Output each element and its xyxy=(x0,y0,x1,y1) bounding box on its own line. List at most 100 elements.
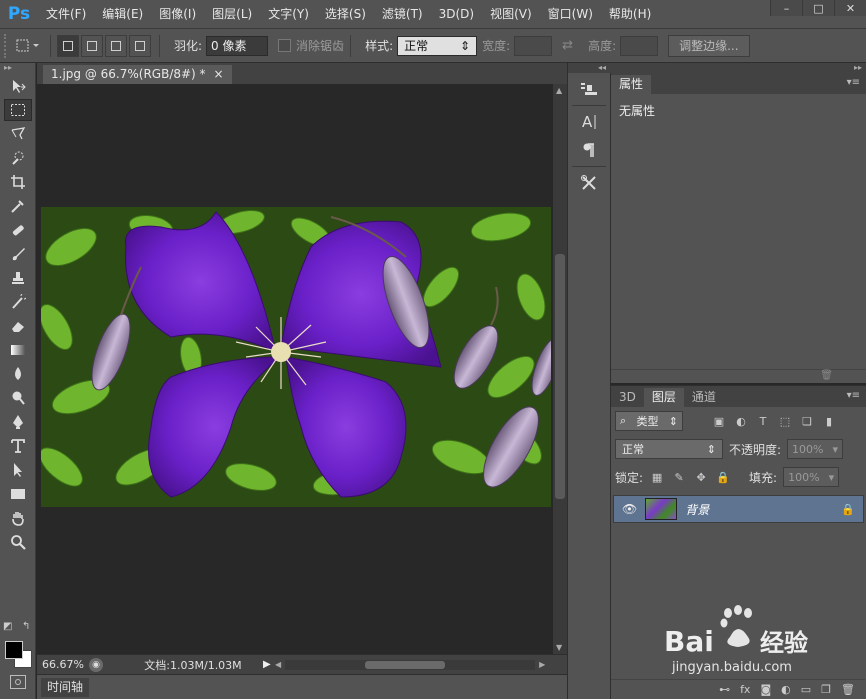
vertical-scroll-thumb[interactable] xyxy=(555,254,565,499)
marquee-preset-icon[interactable] xyxy=(12,35,44,57)
scroll-up-icon[interactable]: ▲ xyxy=(556,86,562,95)
tab-3d[interactable]: 3D xyxy=(611,388,644,407)
rectangle-tool-icon[interactable] xyxy=(4,483,32,505)
paragraph-panel-icon[interactable] xyxy=(573,138,605,162)
new-layer-icon[interactable]: ❐ xyxy=(821,683,831,696)
layer-lock-icon[interactable]: 🔒 xyxy=(841,503,855,516)
opacity-input[interactable]: 100% ▾ xyxy=(787,439,844,459)
export-status-icon[interactable]: ◉ xyxy=(89,657,103,672)
character-panel-icon[interactable]: A xyxy=(573,110,605,134)
link-layers-icon[interactable]: ⊷ xyxy=(719,683,730,696)
scroll-right-icon[interactable]: ▶ xyxy=(539,660,545,669)
menu-help[interactable]: 帮助(H) xyxy=(601,0,659,29)
layer-row-background[interactable]: 👁 背景 🔒 xyxy=(613,495,864,523)
menu-view[interactable]: 视图(V) xyxy=(482,0,540,29)
menu-select[interactable]: 选择(S) xyxy=(317,0,374,29)
intersect-selection-button[interactable] xyxy=(129,34,151,57)
layer-filter-select[interactable]: ⌕ 类型 ⇕ xyxy=(615,411,683,431)
lock-all-icon[interactable]: 🔒 xyxy=(715,469,731,485)
crop-tool-icon[interactable] xyxy=(4,171,32,193)
dodge-tool-icon[interactable] xyxy=(4,387,32,409)
tab-channels[interactable]: 通道 xyxy=(684,388,724,407)
menu-layer[interactable]: 图层(L) xyxy=(204,0,260,29)
default-colors-icon[interactable]: ◩ xyxy=(3,621,12,632)
layer-fx-icon[interactable]: fx xyxy=(740,683,750,696)
scroll-left-icon[interactable]: ◀ xyxy=(275,660,281,669)
new-selection-button[interactable] xyxy=(57,34,79,57)
new-group-icon[interactable]: ▭ xyxy=(801,683,811,696)
restore-button[interactable]: □ xyxy=(802,0,834,16)
menu-filter[interactable]: 滤镜(T) xyxy=(374,0,431,29)
menu-3d[interactable]: 3D(D) xyxy=(431,0,482,29)
panel-menu-icon[interactable]: ▾≡ xyxy=(847,77,860,88)
horizontal-scroll-thumb[interactable] xyxy=(365,660,446,669)
right-dock-collapse-icon[interactable]: ▸▸ xyxy=(610,63,866,73)
quick-selection-tool-icon[interactable] xyxy=(4,147,32,169)
lock-position-icon[interactable]: ✥ xyxy=(693,469,709,485)
options-grip[interactable] xyxy=(4,33,12,58)
minimize-button[interactable]: – xyxy=(770,0,802,16)
fill-input[interactable]: 100% ▾ xyxy=(783,467,840,487)
toolbar-collapse-icon[interactable]: ▸▸ xyxy=(0,63,35,73)
refine-edge-button[interactable]: 调整边缘... xyxy=(668,34,750,57)
filter-toggle-icon[interactable]: ▮ xyxy=(821,413,837,429)
feather-input[interactable]: 0 像素 xyxy=(206,35,269,56)
filter-type-icon[interactable]: T xyxy=(755,413,771,429)
blur-tool-icon[interactable] xyxy=(4,363,32,385)
history-panel-icon[interactable] xyxy=(573,77,605,101)
style-select[interactable]: 正常 ⇕ xyxy=(397,35,478,56)
blend-mode-select[interactable]: 正常 ⇕ xyxy=(615,439,723,459)
type-tool-icon[interactable] xyxy=(4,435,32,457)
history-brush-tool-icon[interactable] xyxy=(4,291,32,313)
brush-tool-icon[interactable] xyxy=(4,243,32,265)
vertical-scrollbar[interactable]: ▲ ▼ xyxy=(553,84,567,654)
quick-mask-icon[interactable] xyxy=(10,675,26,689)
menu-image[interactable]: 图像(I) xyxy=(151,0,204,29)
height-input[interactable] xyxy=(620,35,659,56)
pen-tool-icon[interactable] xyxy=(4,411,32,433)
menu-window[interactable]: 窗口(W) xyxy=(540,0,601,29)
menu-type[interactable]: 文字(Y) xyxy=(260,0,317,29)
scroll-down-icon[interactable]: ▼ xyxy=(556,643,562,652)
delete-layer-icon[interactable]: 🗑 xyxy=(841,683,855,696)
lock-image-icon[interactable]: ✎ xyxy=(671,469,687,485)
hand-tool-icon[interactable] xyxy=(4,507,32,529)
horizontal-scrollbar[interactable] xyxy=(285,659,536,670)
add-mask-icon[interactable]: ◙ xyxy=(760,683,771,696)
foreground-color-swatch[interactable] xyxy=(5,641,23,659)
status-menu-arrow-icon[interactable]: ▶ xyxy=(263,659,275,670)
tab-properties[interactable]: 属性 xyxy=(611,75,652,94)
filter-smart-object-icon[interactable]: ❏ xyxy=(799,413,815,429)
new-adjustment-icon[interactable]: ◐ xyxy=(781,683,791,696)
menu-edit[interactable]: 编辑(E) xyxy=(94,0,151,29)
zoom-level[interactable]: 66.67% xyxy=(37,658,89,671)
clone-stamp-tool-icon[interactable] xyxy=(4,267,32,289)
close-button[interactable]: ✕ xyxy=(834,0,866,16)
zoom-tool-icon[interactable] xyxy=(4,531,32,553)
tab-layers[interactable]: 图层 xyxy=(643,388,684,407)
swap-arrows-icon[interactable]: ⇄ xyxy=(562,38,573,53)
close-tab-icon[interactable]: × xyxy=(214,65,224,84)
antialias-checkbox[interactable] xyxy=(278,39,292,52)
width-input[interactable] xyxy=(514,35,553,56)
tool-presets-icon[interactable] xyxy=(573,171,605,195)
trash-icon[interactable]: 🗑 xyxy=(820,370,833,381)
swap-colors-icon[interactable]: ↰ xyxy=(22,621,30,632)
filter-pixel-icon[interactable]: ▣ xyxy=(711,413,727,429)
visibility-eye-icon[interactable]: 👁 xyxy=(622,502,637,516)
timeline-tab[interactable]: 时间轴 xyxy=(41,678,90,697)
document-tab[interactable]: 1.jpg @ 66.7%(RGB/8#) * × xyxy=(43,65,232,84)
path-selection-tool-icon[interactable] xyxy=(4,459,32,481)
gradient-tool-icon[interactable] xyxy=(4,339,32,361)
subtract-selection-button[interactable] xyxy=(105,34,127,57)
eyedropper-tool-icon[interactable] xyxy=(4,195,32,217)
strip-collapse-icon[interactable]: ◂◂ xyxy=(568,63,610,73)
move-tool-icon[interactable] xyxy=(4,75,32,97)
add-selection-button[interactable] xyxy=(81,34,103,57)
lasso-tool-icon[interactable] xyxy=(4,123,32,145)
lock-transparent-icon[interactable]: ▦ xyxy=(649,469,665,485)
marquee-tool-icon[interactable] xyxy=(4,99,32,121)
layers-menu-icon[interactable]: ▾≡ xyxy=(847,390,860,401)
menu-file[interactable]: 文件(F) xyxy=(38,0,94,29)
filter-adjustment-icon[interactable]: ◐ xyxy=(733,413,749,429)
